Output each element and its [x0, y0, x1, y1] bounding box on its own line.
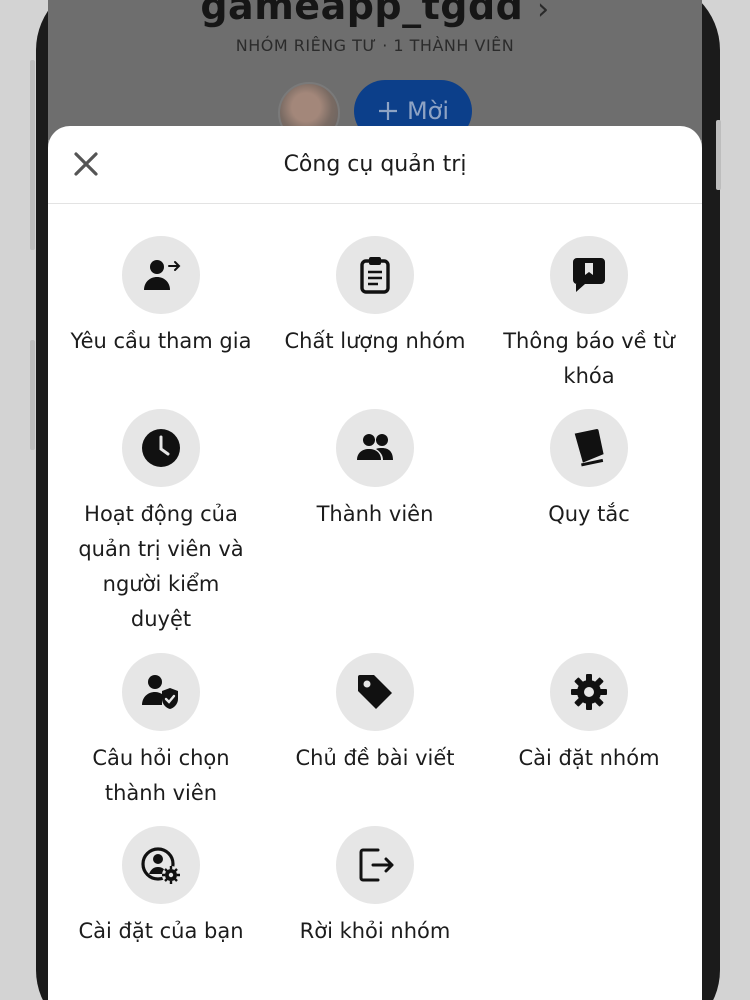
tool-icon-circle — [336, 653, 414, 731]
clipboard-icon — [360, 257, 390, 294]
tool-icon-circle — [550, 236, 628, 314]
tag-icon — [358, 675, 392, 709]
clock-icon — [142, 429, 180, 467]
tool-leave-group[interactable]: Rời khỏi nhóm — [268, 826, 482, 949]
group-name-text: gameapp_tgdd — [200, 0, 524, 28]
speech-bookmark-icon — [573, 258, 605, 292]
person-check-icon — [142, 675, 178, 709]
tool-post-topics[interactable]: Chủ đề bài viết — [268, 653, 482, 776]
tool-join-requests[interactable]: Yêu cầu tham gia — [54, 236, 268, 359]
tool-label: Thành viên — [316, 502, 434, 526]
close-icon — [74, 152, 98, 176]
tool-label: Chất lượng nhóm — [284, 329, 466, 353]
group-name[interactable]: gameapp_tgdd › — [48, 0, 702, 28]
tool-your-settings[interactable]: Cài đặt của bạn — [54, 826, 268, 949]
tool-icon-circle — [122, 409, 200, 487]
tool-label: Câu hỏi chọn thành viên — [92, 746, 230, 805]
tool-label: Chủ đề bài viết — [295, 746, 455, 770]
plus-icon — [378, 102, 397, 120]
tool-label: Cài đặt của bạn — [78, 919, 244, 943]
tool-icon-circle — [122, 236, 200, 314]
tool-group-quality[interactable]: Chất lượng nhóm — [268, 236, 482, 359]
sheet-title: Công cụ quản trị — [283, 152, 467, 177]
tool-label: Yêu cầu tham gia — [70, 329, 252, 353]
tool-members[interactable]: Thành viên — [268, 409, 482, 532]
sheet-header: Công cụ quản trị — [48, 126, 702, 204]
people-icon — [357, 434, 393, 460]
tool-icon-circle — [336, 409, 414, 487]
tool-icon-circle — [122, 653, 200, 731]
tool-rules[interactable]: Quy tắc — [482, 409, 696, 532]
invite-label: Mời — [406, 97, 450, 125]
tool-icon-circle — [550, 409, 628, 487]
tool-label: Thông báo về từ khóa — [503, 329, 675, 388]
tool-membership-questions[interactable]: Câu hỏi chọn thành viên — [54, 653, 268, 811]
tool-group-settings[interactable]: Cài đặt nhóm — [482, 653, 696, 776]
gear-icon — [571, 674, 607, 710]
chevron-right-icon: › — [537, 0, 550, 27]
tool-label: Cài đặt nhóm — [518, 746, 660, 770]
tool-icon-circle — [336, 236, 414, 314]
book-icon — [574, 429, 604, 467]
exit-icon — [359, 848, 394, 882]
phone-side-button — [30, 340, 35, 450]
tool-icon-circle — [336, 826, 414, 904]
close-button[interactable] — [68, 146, 104, 182]
app-screen: gameapp_tgdd › NHÓM RIÊNG TƯ · 1 THÀNH V… — [48, 0, 702, 1000]
group-header: gameapp_tgdd › NHÓM RIÊNG TƯ · 1 THÀNH V… — [48, 0, 702, 144]
tool-admin-activity[interactable]: Hoạt động của quản trị viên và người kiể… — [54, 409, 268, 637]
phone-side-button — [30, 60, 35, 250]
admin-tools-sheet: Công cụ quản trị Yêu cầu tham gia Chất l… — [48, 126, 702, 1000]
tool-icon-circle — [550, 653, 628, 731]
tool-label: Hoạt động của quản trị viên và người kiể… — [78, 502, 244, 631]
phone-side-button — [716, 120, 721, 190]
person-gear-icon — [141, 847, 180, 884]
tool-label: Quy tắc — [548, 502, 630, 526]
tool-icon-circle — [122, 826, 200, 904]
person-arrow-icon — [144, 260, 181, 290]
group-meta: NHÓM RIÊNG TƯ · 1 THÀNH VIÊN — [235, 36, 515, 55]
tool-keyword-alerts[interactable]: Thông báo về từ khóa — [482, 236, 696, 394]
tool-label: Rời khỏi nhóm — [299, 919, 451, 943]
